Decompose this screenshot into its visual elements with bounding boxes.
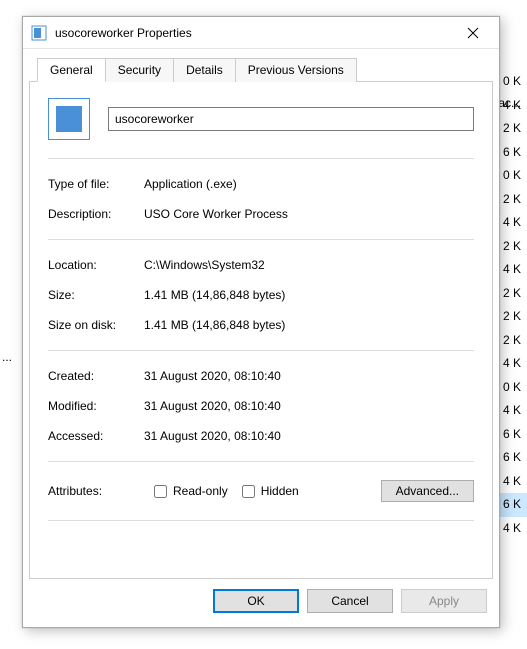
apply-button: Apply	[401, 589, 487, 613]
modified-value: 31 August 2020, 08:10:40	[144, 399, 474, 413]
close-button[interactable]	[453, 19, 493, 47]
size-value: 1.41 MB (14,86,848 bytes)	[144, 288, 474, 302]
attributes-label: Attributes:	[48, 484, 140, 498]
location-value: C:\Windows\System32	[144, 258, 474, 272]
description-label: Description:	[48, 207, 140, 221]
filename-input[interactable]	[108, 107, 474, 131]
file-type-icon	[48, 98, 90, 140]
separator	[48, 350, 474, 351]
readonly-checkbox-input[interactable]	[154, 485, 167, 498]
description-value: USO Core Worker Process	[144, 207, 474, 221]
size-label: Size:	[48, 288, 140, 302]
dialog-buttons: OK Cancel Apply	[23, 579, 499, 627]
modified-label: Modified:	[48, 399, 140, 413]
tabstrip: General Security Details Previous Versio…	[29, 49, 493, 82]
accessed-label: Accessed:	[48, 429, 140, 443]
location-label: Location:	[48, 258, 140, 272]
size-on-disk-label: Size on disk:	[48, 318, 140, 332]
separator	[48, 520, 474, 521]
app-icon	[31, 25, 47, 41]
separator	[48, 461, 474, 462]
type-of-file-label: Type of file:	[48, 177, 140, 191]
window-title: usocoreworker Properties	[55, 26, 453, 40]
readonly-checkbox-label: Read-only	[173, 484, 228, 498]
accessed-value: 31 August 2020, 08:10:40	[144, 429, 474, 443]
background-ellipsis: ...	[2, 350, 12, 364]
tab-security[interactable]: Security	[106, 58, 174, 82]
created-label: Created:	[48, 369, 140, 383]
advanced-button[interactable]: Advanced...	[381, 480, 474, 502]
separator	[48, 158, 474, 159]
cancel-button[interactable]: Cancel	[307, 589, 393, 613]
hidden-checkbox-label: Hidden	[261, 484, 299, 498]
properties-dialog: usocoreworker Properties General Securit…	[22, 16, 500, 628]
ok-button[interactable]: OK	[213, 589, 299, 613]
separator	[48, 239, 474, 240]
general-panel: Type of file: Application (.exe) Descrip…	[29, 82, 493, 579]
hidden-checkbox[interactable]: Hidden	[242, 484, 299, 498]
created-value: 31 August 2020, 08:10:40	[144, 369, 474, 383]
type-of-file-value: Application (.exe)	[144, 177, 474, 191]
titlebar: usocoreworker Properties	[23, 17, 499, 49]
hidden-checkbox-input[interactable]	[242, 485, 255, 498]
size-on-disk-value: 1.41 MB (14,86,848 bytes)	[144, 318, 474, 332]
tab-previous-versions[interactable]: Previous Versions	[236, 58, 357, 82]
close-icon	[467, 27, 479, 39]
tab-details[interactable]: Details	[174, 58, 236, 82]
readonly-checkbox[interactable]: Read-only	[154, 484, 228, 498]
tab-general[interactable]: General	[37, 58, 106, 82]
